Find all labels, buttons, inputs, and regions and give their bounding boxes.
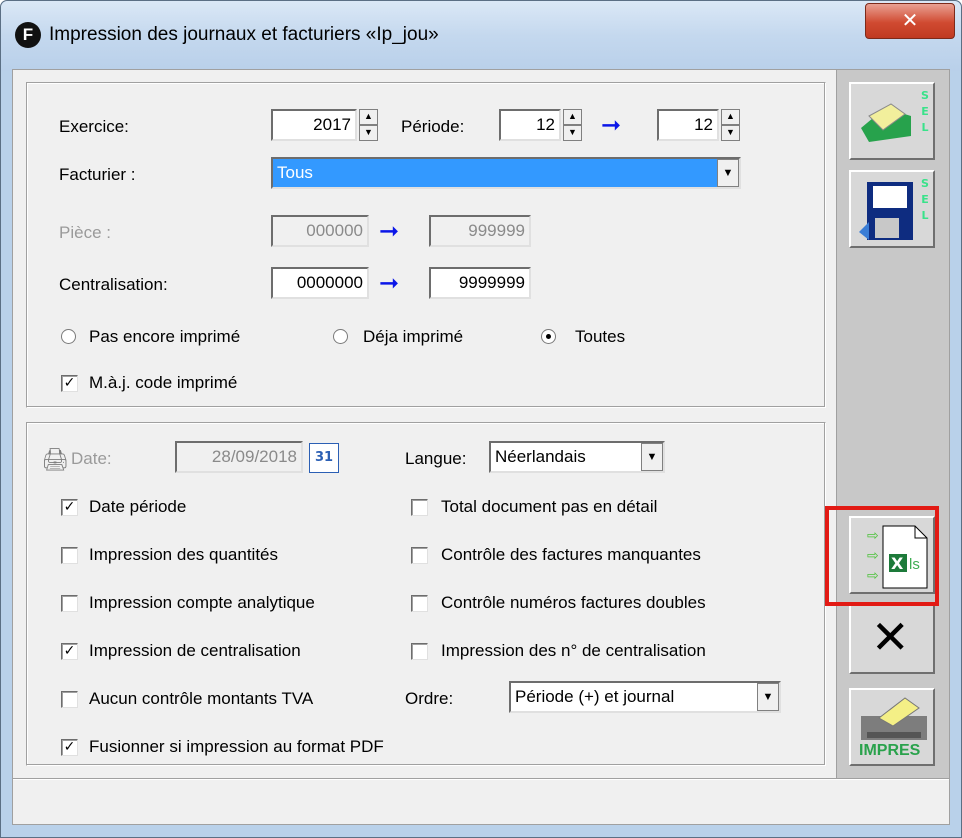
- window-title: Impression des journaux et facturiers «I…: [49, 24, 439, 45]
- aucun-controle-tva-checkbox[interactable]: [61, 691, 78, 708]
- folder-open-icon: [861, 103, 911, 142]
- selection-load-button[interactable]: S E L: [849, 82, 935, 160]
- controle-doubles-checkbox[interactable]: [411, 595, 428, 612]
- save-disk-icon: [859, 182, 913, 240]
- radio-toutes-label[interactable]: Toutes: [575, 327, 625, 347]
- spin-up-icon[interactable]: ▲: [721, 109, 740, 125]
- periode-to-value: 12: [694, 115, 713, 134]
- maj-code-checkbox[interactable]: ✓: [61, 375, 78, 392]
- impres-label: IMPRES: [859, 742, 921, 759]
- centralisation-label: Centralisation:: [59, 275, 168, 294]
- fusionner-pdf-label[interactable]: Fusionner si impression au format PDF: [89, 737, 384, 757]
- spin-down-icon[interactable]: ▼: [359, 125, 378, 141]
- impression-n-centralisation-label[interactable]: Impression des n° de centralisation: [441, 641, 706, 661]
- impression-n-centralisation-checkbox[interactable]: [411, 643, 428, 660]
- maj-code-label[interactable]: M.à.j. code imprimé: [89, 373, 237, 393]
- langue-label: Langue:: [405, 449, 467, 468]
- total-document-checkbox[interactable]: [411, 499, 428, 516]
- spin-down-icon[interactable]: ▼: [721, 125, 740, 141]
- facturier-select[interactable]: Tous ▼: [271, 157, 741, 189]
- piece-from-value: 000000: [306, 221, 363, 240]
- exercice-input[interactable]: 2017: [271, 109, 357, 141]
- title-bar: F Impression des journaux et facturiers …: [1, 1, 961, 71]
- highlight-box: [825, 506, 939, 606]
- sel-strip-label: S E L: [921, 89, 929, 134]
- impression-centralisation-checkbox[interactable]: ✓: [61, 643, 78, 660]
- arrow-right-icon: ➞: [601, 111, 622, 139]
- impression-analytique-label[interactable]: Impression compte analytique: [89, 593, 315, 613]
- total-document-label[interactable]: Total document pas en détail: [441, 497, 657, 517]
- calendar-icon[interactable]: 31: [309, 443, 339, 473]
- periode-to-input[interactable]: 12: [657, 109, 719, 141]
- sel-strip-label: S E L: [921, 177, 929, 222]
- centralisation-from-value: 0000000: [296, 273, 363, 292]
- radio-toutes[interactable]: [541, 329, 556, 344]
- ordre-label: Ordre:: [405, 689, 454, 708]
- ordre-value: Période (+) et journal: [515, 687, 675, 706]
- arrow-right-icon: ➞: [379, 269, 400, 297]
- langue-value: Néerlandais: [495, 447, 586, 466]
- impression-quantites-checkbox[interactable]: [61, 547, 78, 564]
- piece-from-input: 000000: [271, 215, 369, 247]
- chevron-down-icon[interactable]: ▼: [717, 159, 739, 187]
- date-value: 28/09/2018: [211, 447, 297, 466]
- printer-icon: 🖨: [41, 447, 69, 472]
- options-panel: 🖨 Date: 28/09/2018 31 Langue: Néerlandai…: [26, 422, 826, 766]
- dialog-window: F Impression des journaux et facturiers …: [0, 0, 962, 838]
- periode-from-input[interactable]: 12: [499, 109, 561, 141]
- selection-save-button[interactable]: S E L: [849, 170, 935, 248]
- piece-to-value: 999999: [468, 221, 525, 240]
- exercice-stepper[interactable]: ▲ ▼: [359, 109, 378, 141]
- spin-down-icon[interactable]: ▼: [563, 125, 582, 141]
- close-button[interactable]: ✕: [865, 3, 955, 39]
- impression-analytique-checkbox[interactable]: [61, 595, 78, 612]
- impression-quantites-label[interactable]: Impression des quantités: [89, 545, 278, 565]
- right-toolbar: S E L S E L ⇨ ⇨ ⇨ X ls ✕ IMPRES: [836, 70, 949, 778]
- impression-centralisation-label[interactable]: Impression de centralisation: [89, 641, 301, 661]
- radio-pas-encore-imprime[interactable]: [61, 329, 76, 344]
- exercice-label: Exercice:: [59, 117, 129, 136]
- periode-from-value: 12: [536, 115, 555, 134]
- spin-up-icon[interactable]: ▲: [563, 109, 582, 125]
- centralisation-to-value: 9999999: [458, 273, 525, 292]
- chevron-down-icon[interactable]: ▼: [757, 683, 779, 711]
- printer-icon: [861, 697, 927, 740]
- periode-from-stepper[interactable]: ▲ ▼: [563, 109, 582, 141]
- radio-pas-encore-label[interactable]: Pas encore imprimé: [89, 327, 240, 347]
- fusionner-pdf-checkbox[interactable]: ✓: [61, 739, 78, 756]
- centralisation-to-input[interactable]: 9999999: [429, 267, 531, 299]
- chevron-down-icon[interactable]: ▼: [641, 443, 663, 471]
- piece-label: Pièce :: [59, 223, 111, 242]
- facturier-label: Facturier :: [59, 165, 136, 184]
- content-area: Exercice: 2017 ▲ ▼ Période: 12 ▲ ▼ ➞ 12 ▲ ▼…: [13, 70, 835, 778]
- print-button[interactable]: IMPRES: [849, 688, 935, 766]
- app-icon: F: [15, 22, 41, 48]
- piece-to-input: 999999: [429, 215, 531, 247]
- date-periode-label[interactable]: Date période: [89, 497, 186, 517]
- aucun-controle-tva-label[interactable]: Aucun contrôle montants TVA: [89, 689, 313, 709]
- periode-to-stepper[interactable]: ▲ ▼: [721, 109, 740, 141]
- radio-deja-label[interactable]: Déja imprimé: [363, 327, 463, 347]
- selection-panel: Exercice: 2017 ▲ ▼ Période: 12 ▲ ▼ ➞ 12 ▲ ▼…: [26, 82, 826, 408]
- cancel-button[interactable]: ✕: [849, 604, 935, 674]
- arrow-right-icon: ➞: [379, 217, 400, 245]
- langue-select[interactable]: Néerlandais ▼: [489, 441, 665, 473]
- centralisation-from-input[interactable]: 0000000: [271, 267, 369, 299]
- date-periode-checkbox[interactable]: ✓: [61, 499, 78, 516]
- controle-manquantes-label[interactable]: Contrôle des factures manquantes: [441, 545, 701, 565]
- date-label: Date:: [71, 449, 112, 468]
- close-x-icon: ✕: [871, 610, 910, 664]
- radio-deja-imprime[interactable]: [333, 329, 348, 344]
- periode-label: Période:: [401, 117, 465, 136]
- facturier-value: Tous: [277, 163, 313, 182]
- date-input: 28/09/2018: [175, 441, 303, 473]
- controle-manquantes-checkbox[interactable]: [411, 547, 428, 564]
- status-bar: [13, 778, 949, 824]
- ordre-select[interactable]: Période (+) et journal ▼: [509, 681, 781, 713]
- exercice-value: 2017: [313, 115, 351, 134]
- client-area: Exercice: 2017 ▲ ▼ Période: 12 ▲ ▼ ➞ 12 ▲ ▼…: [12, 69, 950, 825]
- controle-doubles-label[interactable]: Contrôle numéros factures doubles: [441, 593, 706, 613]
- spin-up-icon[interactable]: ▲: [359, 109, 378, 125]
